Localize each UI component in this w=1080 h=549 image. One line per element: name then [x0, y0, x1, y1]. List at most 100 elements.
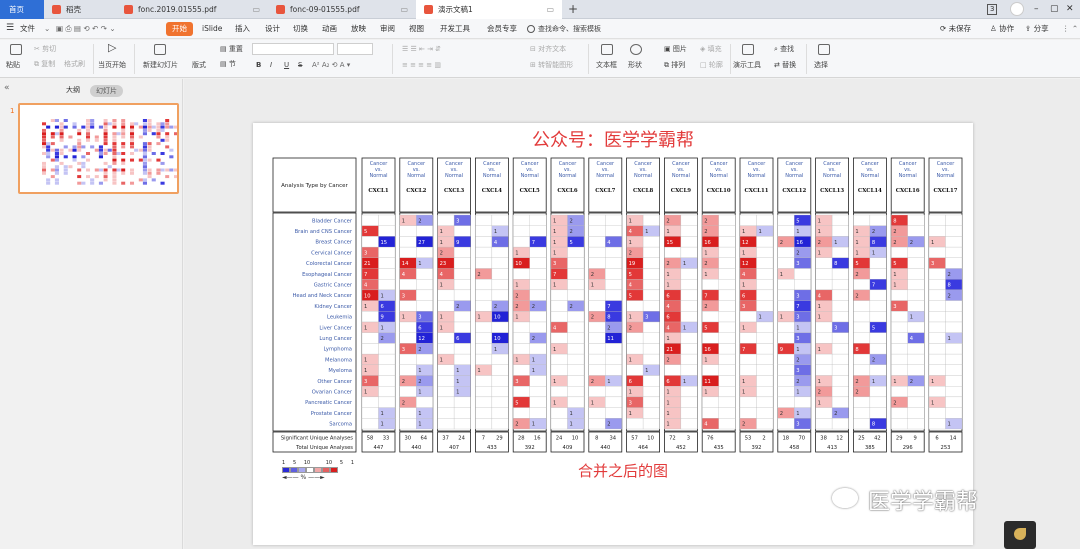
tab-presentation[interactable]: 演示文稿1 ▭	[416, 0, 562, 19]
collab-button[interactable]: ♙ 协作	[990, 22, 1014, 36]
tab-pdf-2[interactable]: fonc-09-01555.pdf ▭	[268, 0, 416, 19]
more-icon[interactable]: ⋮ ⌃	[1062, 22, 1078, 36]
thumb-up-cell	[112, 128, 117, 132]
paste-button[interactable]: 粘贴	[6, 60, 20, 70]
down-cell	[831, 396, 849, 408]
monitor-icon[interactable]: ▭	[252, 0, 260, 19]
menu-view[interactable]: 视图	[409, 22, 424, 36]
align-icons[interactable]: ≡ ≡ ≡ ≡ ▥	[402, 60, 441, 70]
menu-review[interactable]: 审阅	[380, 22, 395, 36]
replace-button[interactable]: ⇄ 替换	[774, 60, 796, 70]
monitor-icon[interactable]: ▭	[546, 0, 554, 19]
menu-developer[interactable]: 开发工具	[440, 22, 470, 36]
cut-button[interactable]: ✂ 剪切	[34, 44, 56, 54]
hamburger-icon[interactable]: ☰	[6, 21, 14, 35]
slides-tab[interactable]: 幻灯片	[90, 85, 123, 97]
down-cell	[831, 289, 849, 301]
down-cell	[907, 225, 925, 237]
format-painter-button[interactable]: 格式刷	[64, 59, 85, 69]
textbox-button[interactable]: 文本框	[596, 60, 617, 70]
from-current-button[interactable]: 当页开始	[98, 60, 126, 70]
monitor-icon[interactable]: ▭	[400, 0, 408, 19]
close-button[interactable]: ✕	[1066, 0, 1074, 19]
slide-thumbnail[interactable]	[18, 103, 183, 194]
copy-button[interactable]: ⧉ 复制	[34, 59, 55, 69]
font-size-select[interactable]	[337, 43, 373, 55]
find-button[interactable]: ⌕ 查找	[774, 44, 794, 54]
menu-design[interactable]: 设计	[265, 22, 280, 36]
down-cell	[378, 279, 396, 291]
restore-button[interactable]: ▢	[1050, 0, 1059, 19]
new-tab-button[interactable]: +	[568, 0, 578, 18]
new-slide-icon[interactable]	[154, 44, 166, 55]
minimize-button[interactable]: –	[1034, 0, 1039, 19]
collapse-panel-icon[interactable]: «	[4, 83, 10, 93]
menu-member[interactable]: 会员专享	[487, 22, 517, 36]
significant-down-value: 29	[496, 436, 503, 442]
font-family-select[interactable]	[252, 43, 334, 55]
thumb-up-cell	[174, 122, 179, 126]
section-button[interactable]: ▤ 节	[220, 59, 236, 69]
shape-icon[interactable]	[630, 44, 642, 55]
menu-insert[interactable]: 插入	[235, 22, 250, 36]
up-cell	[399, 225, 417, 237]
fill-button[interactable]: ◈ 填充	[700, 44, 722, 54]
bold-button[interactable]: B	[256, 60, 261, 70]
select-icon[interactable]	[818, 44, 830, 55]
up-cell	[777, 396, 795, 408]
underline-button[interactable]: U	[284, 60, 289, 70]
menu-transition[interactable]: 切换	[293, 22, 308, 36]
arrange-button[interactable]: ⧉ 排列	[664, 60, 685, 70]
up-value: 2	[402, 400, 405, 406]
down-cell	[945, 396, 963, 408]
down-cell	[416, 289, 433, 301]
convert-smartart-button[interactable]: ⊞ 转智能图形	[530, 60, 573, 70]
select-button[interactable]: 选择	[814, 60, 828, 70]
menu-file[interactable]: 文件	[20, 22, 35, 36]
paste-icon[interactable]	[10, 44, 22, 55]
outline-tab[interactable]: 大纲	[66, 85, 80, 95]
shape-button[interactable]: 形状	[628, 60, 642, 70]
up-value: 1	[818, 315, 821, 321]
toolbar-quick-icons[interactable]: ▣ ⎙ ▤ ⟲ ↶ ↷ ⌄	[56, 22, 116, 36]
app-logo-icon[interactable]	[1004, 521, 1036, 549]
arrange-label: 排列	[671, 61, 686, 69]
page-badge[interactable]: 3	[987, 4, 998, 15]
unsaved-status[interactable]: ⟳ 未保存	[940, 22, 971, 36]
menu-animation[interactable]: 动画	[322, 22, 337, 36]
present-tool-button[interactable]: 演示工具	[733, 60, 761, 70]
font-effects-icons[interactable]: A² A₂ ⟲ A ▾	[312, 60, 350, 70]
tab-home[interactable]: 首页	[0, 0, 44, 19]
list-icons[interactable]: ☰ ☰ ⇤ ⇥ ⇵	[402, 44, 441, 54]
outline-button[interactable]: □ 轮廓	[700, 60, 723, 70]
up-cell	[853, 300, 871, 312]
picture-button[interactable]: ▣ 图片	[664, 44, 687, 54]
menu-slideshow[interactable]: 放映	[351, 22, 366, 36]
thumb-up-cell	[86, 161, 91, 165]
up-cell	[588, 364, 606, 376]
present-tool-icon[interactable]	[742, 44, 754, 55]
file-dropdown-icon[interactable]: ⌄	[44, 22, 50, 36]
down-cell	[529, 311, 547, 323]
strike-button[interactable]: S	[298, 60, 302, 70]
command-search[interactable]: 查找命令、搜索模板	[526, 23, 610, 36]
new-slide-button[interactable]: 新建幻灯片	[143, 60, 178, 70]
play-icon[interactable]: ▷	[108, 42, 116, 53]
down-cell	[680, 396, 698, 408]
avatar[interactable]	[1010, 2, 1024, 16]
reset-button[interactable]: ▤ 重置	[220, 44, 243, 54]
thumb-up-cell	[94, 152, 99, 155]
menu-start[interactable]: 开始	[166, 22, 193, 36]
tab-pdf-1[interactable]: fonc.2019.01555.pdf ▭	[116, 0, 268, 19]
thumb-down-cell	[46, 135, 51, 139]
thumb-up-cell	[147, 155, 152, 159]
italic-button[interactable]: I	[270, 60, 272, 70]
share-button[interactable]: ⇪ 分享	[1025, 22, 1049, 36]
thumb-down-cell	[90, 178, 95, 182]
align-text-button[interactable]: ⊟ 对齐文本	[530, 44, 566, 54]
tab-docer[interactable]: 稻壳	[44, 0, 116, 19]
up-value: 1	[818, 347, 821, 353]
menu-islide[interactable]: iSlide	[202, 22, 222, 36]
layout-button[interactable]: 版式	[192, 60, 206, 70]
textbox-icon[interactable]	[601, 44, 613, 55]
